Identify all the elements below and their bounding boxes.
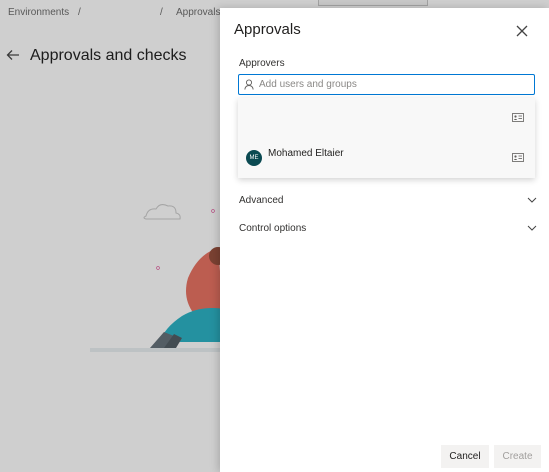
contact-card-icon[interactable] — [512, 153, 524, 162]
advanced-section-toggle[interactable]: Advanced — [239, 192, 539, 210]
avatar: ME — [246, 150, 262, 166]
approvers-search-box[interactable] — [238, 74, 535, 95]
contact-card-icon[interactable] — [512, 113, 524, 122]
chevron-down-icon — [527, 225, 537, 231]
panel-title: Approvals — [234, 21, 301, 38]
advanced-label: Advanced — [239, 195, 284, 206]
approvers-label: Approvers — [239, 58, 285, 69]
suggestion-user-name: Mohamed Eltaier — [268, 148, 344, 159]
close-icon[interactable] — [515, 24, 529, 38]
approvals-panel: Approvals Approvers ME Mohamed Eltaier — [220, 8, 549, 472]
approvers-search-input[interactable] — [259, 77, 529, 92]
control-options-label: Control options — [239, 223, 307, 234]
person-icon — [244, 79, 254, 90]
suggestions-dropdown: ME Mohamed Eltaier — [238, 98, 535, 178]
cancel-button[interactable]: Cancel — [441, 445, 489, 468]
chevron-down-icon — [527, 197, 537, 203]
control-options-section-toggle[interactable]: Control options — [239, 220, 539, 238]
suggestion-item[interactable]: ME Mohamed Eltaier — [238, 142, 535, 172]
create-button[interactable]: Create — [494, 445, 541, 468]
